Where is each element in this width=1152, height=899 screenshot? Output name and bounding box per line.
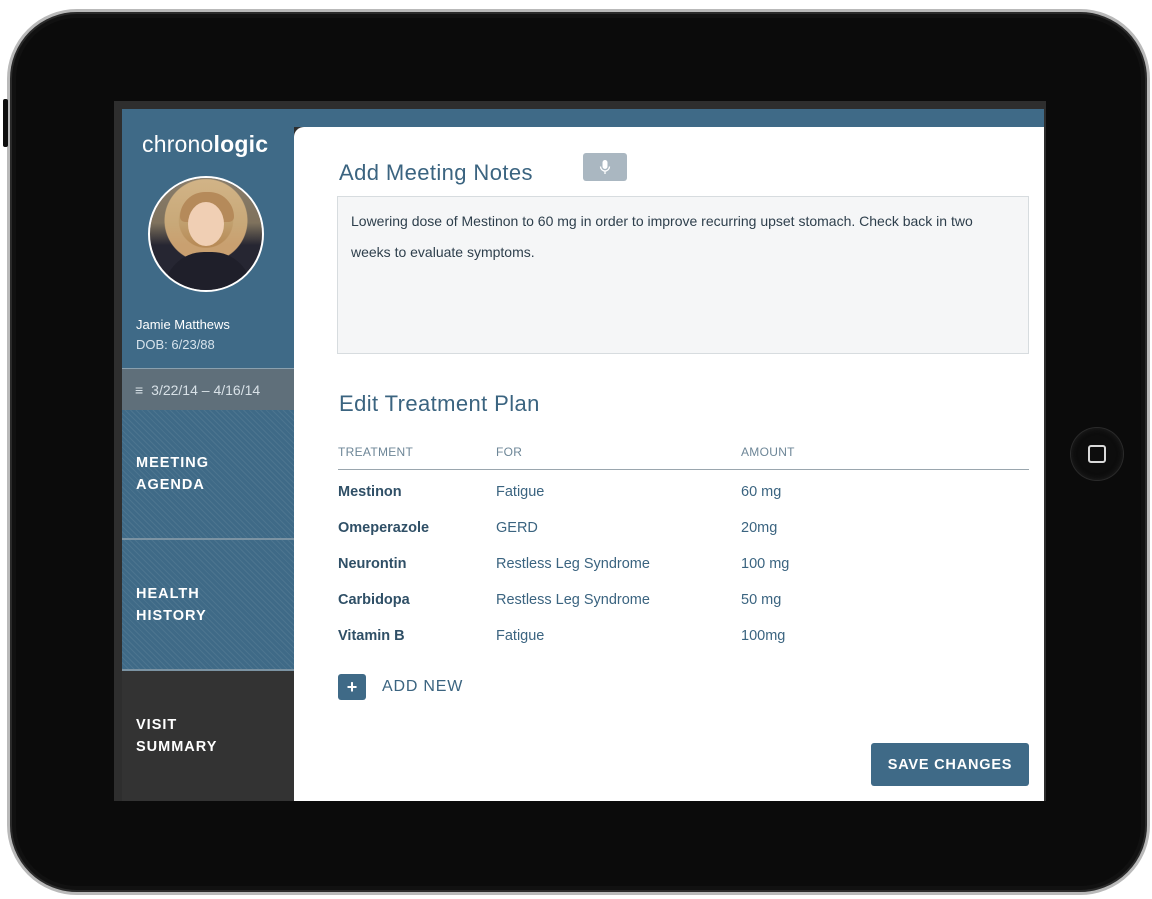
app-screen: chronologic Jamie Matthews DOB: 6/23/88 … — [114, 101, 1046, 801]
menu-icon: ≡ — [135, 381, 144, 398]
treatment-plan-heading: Edit Treatment Plan — [339, 391, 540, 416]
avatar — [148, 176, 264, 292]
condition-cell: Restless Leg Syndrome — [496, 556, 650, 572]
add-new-treatment-button[interactable]: + ADD NEW — [338, 674, 463, 700]
app-logo: chronologic — [142, 131, 269, 157]
patient-dob: DOB: 6/23/88 — [136, 337, 215, 352]
meeting-notes-input[interactable]: Lowering dose of Mestinon to 60 mg in or… — [337, 196, 1029, 354]
treatment-cell: Vitamin B — [338, 628, 405, 644]
treatment-cell: Neurontin — [338, 556, 407, 572]
date-range-label: 3/22/14 – 4/16/14 — [151, 381, 261, 398]
plus-icon: + — [338, 674, 366, 700]
treatment-cell: Carbidopa — [338, 592, 410, 608]
table-row[interactable]: Mestinon Fatigue 60 mg — [338, 470, 1029, 506]
column-header-for: FOR — [496, 445, 523, 459]
condition-cell: Restless Leg Syndrome — [496, 592, 650, 608]
condition-cell: GERD — [496, 520, 538, 536]
treatment-cell: Omeperazole — [338, 520, 430, 536]
table-row[interactable]: Omeperazole GERD 20mg — [338, 506, 1029, 542]
table-row[interactable]: Neurontin Restless Leg Syndrome 100 mg — [338, 542, 1029, 578]
date-range-selector[interactable]: ≡ 3/22/14 – 4/16/14 — [122, 368, 294, 410]
table-row[interactable]: Vitamin B Fatigue 100mg — [338, 614, 1029, 650]
amount-cell: 100mg — [741, 628, 786, 644]
amount-cell: 20mg — [741, 520, 778, 536]
sidebar: chronologic Jamie Matthews DOB: 6/23/88 … — [122, 109, 294, 801]
column-header-amount: AMOUNT — [741, 445, 795, 459]
add-new-label: ADD NEW — [382, 678, 464, 695]
treatment-table: TREATMENT FOR AMOUNT Mestinon Fatigue 60… — [338, 443, 1029, 650]
tablet-home-button[interactable] — [1071, 428, 1123, 480]
column-header-treatment: TREATMENT — [338, 445, 414, 459]
tablet-side-button — [3, 99, 8, 147]
sidebar-item-meeting-agenda[interactable]: MEETING AGENDA — [122, 410, 294, 540]
sidebar-item-visit-summary[interactable]: VISIT SUMMARY — [122, 671, 294, 801]
amount-cell: 100 mg — [741, 556, 790, 572]
dictate-button[interactable] — [583, 153, 627, 181]
main-content: Add Meeting Notes Lowering dose of Mesti… — [294, 127, 1044, 801]
microphone-icon — [599, 160, 611, 174]
home-square-icon — [1088, 445, 1106, 463]
table-row[interactable]: Carbidopa Restless Leg Syndrome 50 mg — [338, 578, 1029, 614]
table-header: TREATMENT FOR AMOUNT — [338, 443, 1029, 470]
sidebar-item-health-history[interactable]: HEALTH HISTORY — [122, 540, 294, 671]
notes-heading: Add Meeting Notes — [339, 160, 533, 185]
amount-cell: 60 mg — [741, 484, 782, 500]
amount-cell: 50 mg — [741, 592, 782, 608]
treatment-cell: Mestinon — [338, 484, 402, 500]
condition-cell: Fatigue — [496, 484, 545, 500]
patient-name: Jamie Matthews — [136, 317, 230, 332]
condition-cell: Fatigue — [496, 628, 545, 644]
save-changes-button[interactable]: SAVE CHANGES — [871, 743, 1029, 786]
